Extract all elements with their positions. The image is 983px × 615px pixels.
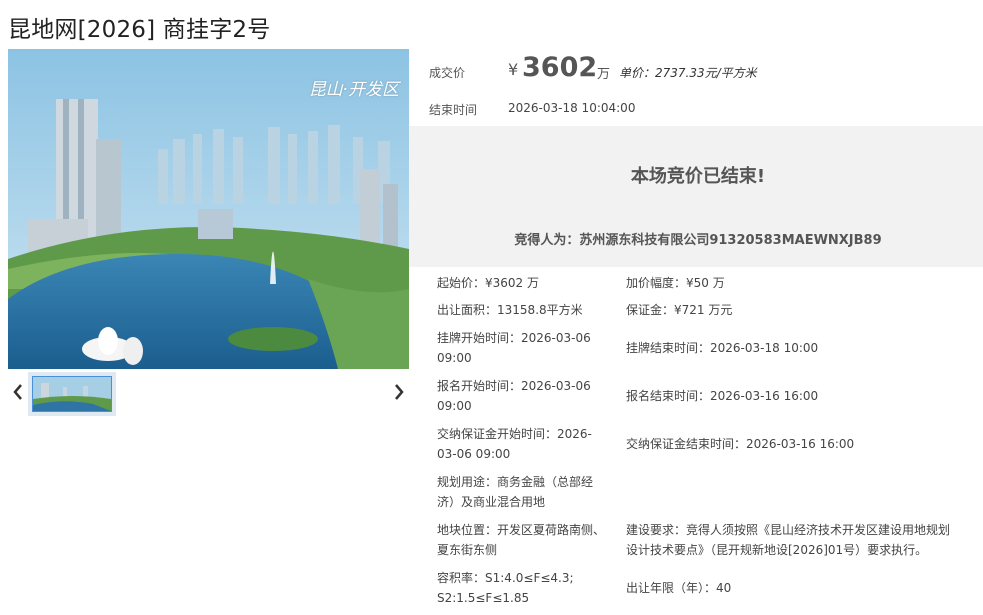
transfer-term: 出让年限（年）：40 <box>626 578 971 598</box>
transfer-term-label: 出让年限（年）： <box>626 581 717 595</box>
page-title: 昆地网[2026] 商挂字2号 <box>8 17 271 43</box>
land-area-label: 出让面积： <box>437 303 498 317</box>
deposit-start-value-a: 2026- <box>557 427 592 441</box>
construction-requirement-label: 建设要求： <box>626 523 687 537</box>
planned-usage: 规划用途：商务金融（总部经济）及商业混合用地 <box>437 472 607 512</box>
listing-end-label: 挂牌结束时间： <box>626 341 711 355</box>
signup-end-label: 报名结束时间： <box>626 389 711 403</box>
signup-end-value: 2026-03-16 16:00 <box>710 389 819 403</box>
construction-requirement-value-a: 竞得人须按照《昆山经济技术开发区建设用地规划 <box>686 523 951 537</box>
land-area: 出让面积：13158.8平方米 <box>437 300 607 320</box>
transfer-term-value: 40 <box>716 581 732 595</box>
currency-symbol: ¥ <box>508 60 519 79</box>
floor-area-ratio-value-a: S1:4.0≤F≤4.3; <box>485 571 574 585</box>
start-price-value: ¥3602 万 <box>485 276 540 290</box>
unit-price: 单价：2737.33元/平方米 <box>619 66 757 80</box>
start-price-label: 起始价： <box>437 276 486 290</box>
deposit-start-value-b: 03-06 09:00 <box>437 447 511 461</box>
deal-price-value: 3602 <box>522 52 598 83</box>
deal-price-unit: 万 <box>597 67 611 82</box>
listing-start-value-a: 2026-03-06 <box>521 331 591 345</box>
deposit-end: 交纳保证金结束时间：2026-03-16 16:00 <box>626 434 971 454</box>
listing-end: 挂牌结束时间：2026-03-18 10:00 <box>626 338 971 358</box>
chevron-right-icon[interactable] <box>389 382 409 406</box>
listing-start-label: 挂牌开始时间： <box>437 331 522 345</box>
auction-status: 本场竞价已结束! <box>630 166 766 187</box>
thumbnail-image <box>32 376 112 412</box>
end-time-label: 结束时间 <box>429 103 478 117</box>
thumbnail-carousel <box>8 372 409 416</box>
deposit-label: 保证金： <box>626 303 675 317</box>
signup-start-value-b: 09:00 <box>437 399 472 413</box>
thumbnail[interactable] <box>28 372 116 416</box>
construction-requirement: 建设要求：竞得人须按照《昆山经济技术开发区建设用地规划设计技术要点》（昆开规新地… <box>626 520 971 560</box>
chevron-left-icon[interactable] <box>8 382 28 406</box>
land-area-value: 13158.8平方米 <box>497 303 583 317</box>
plot-location: 地块位置：开发区夏荷路南侧、夏东街东侧 <box>437 520 607 560</box>
auction-ended-banner: 本场竞价已结束! 竞得人为：苏州源东科技有限公司91320583MAEWNXJB… <box>409 126 983 267</box>
photo-caption: 昆山·开发区 <box>308 80 399 100</box>
deal-price-row: 成交价 ¥ 3602 万 单价：2737.33元/平方米 <box>429 49 979 89</box>
signup-end: 报名结束时间：2026-03-16 16:00 <box>626 386 971 406</box>
deposit-start: 交纳保证金开始时间：2026- 03-06 09:00 <box>437 424 607 464</box>
listing-end-value: 2026-03-18 10:00 <box>710 341 819 355</box>
deposit: 保证金：¥721 万元 <box>626 300 971 320</box>
deposit-start-label: 交纳保证金开始时间： <box>437 427 558 441</box>
signup-start: 报名开始时间：2026-03-06 09:00 <box>437 376 607 416</box>
deposit-value: ¥721 万元 <box>674 303 733 317</box>
listing-start-value-b: 09:00 <box>437 351 472 365</box>
planned-usage-label: 规划用途： <box>437 475 498 489</box>
end-time-value: 2026-03-18 10:04:00 <box>508 101 636 115</box>
plot-location-label: 地块位置： <box>437 523 498 537</box>
main-photo: 昆山·开发区 <box>8 49 409 369</box>
deposit-end-value: 2026-03-16 16:00 <box>746 437 855 451</box>
bid-increment-label: 加价幅度： <box>626 276 687 290</box>
signup-start-value-a: 2026-03-06 <box>521 379 591 393</box>
floor-area-ratio-label: 容积率： <box>437 571 486 585</box>
plot-location-value-b: 夏东街东侧 <box>437 543 498 557</box>
bid-increment-value: ¥50 万 <box>686 276 725 290</box>
construction-requirement-value-b: 设计技术要点》（昆开规新地设[2026]01号）要求执行。 <box>626 543 928 557</box>
signup-start-label: 报名开始时间： <box>437 379 522 393</box>
floor-area-ratio: 容积率：S1:4.0≤F≤4.3; S2:1.5≤F≤1.85 <box>437 568 607 608</box>
winner-info: 竞得人为：苏州源东科技有限公司91320583MAEWNXJB89 <box>514 233 882 248</box>
planned-usage-value-a: 商务金融（总部经 <box>497 475 594 489</box>
listing-start: 挂牌开始时间：2026-03-06 09:00 <box>437 328 607 368</box>
plot-location-value-a: 开发区夏荷路南侧、 <box>497 523 606 537</box>
planned-usage-value-b: 济）及商业混合用地 <box>437 495 546 509</box>
deposit-end-label: 交纳保证金结束时间： <box>626 437 747 451</box>
bid-increment: 加价幅度：¥50 万 <box>626 273 971 293</box>
floor-area-ratio-value-b: S2:1.5≤F≤1.85 <box>437 591 530 605</box>
deal-price-label: 成交价 <box>429 66 466 80</box>
start-price: 起始价：¥3602 万 <box>437 273 607 293</box>
